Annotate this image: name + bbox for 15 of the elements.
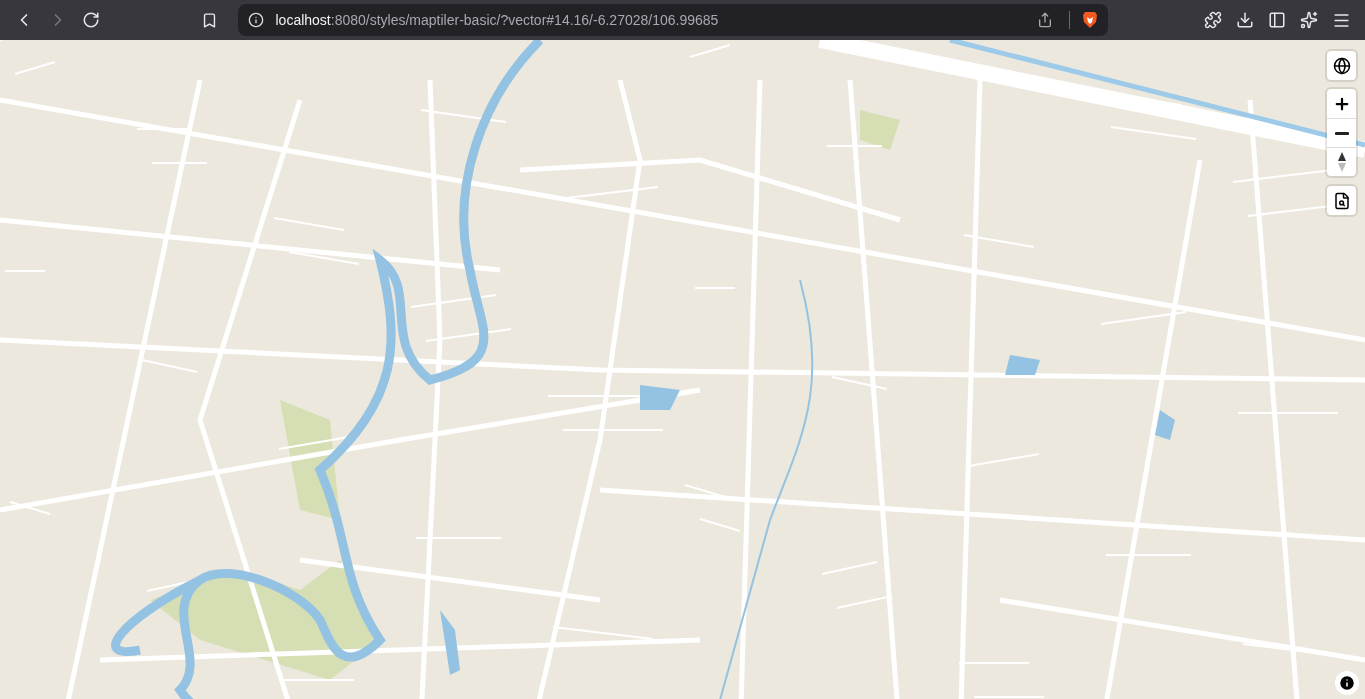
info-icon: [1338, 674, 1356, 692]
info-icon: [247, 12, 264, 28]
download-icon: [1236, 11, 1254, 29]
lion-shield-icon[interactable]: [1081, 11, 1098, 29]
minus-icon: [1334, 131, 1349, 135]
compass-icon: [1336, 151, 1347, 173]
puzzle-icon: [1204, 11, 1222, 29]
search-icon: [1332, 191, 1351, 210]
sidebar-icon: [1268, 11, 1286, 29]
globe-icon: [1332, 56, 1351, 75]
address-bar[interactable]: localhost:8080/styles/maptiler-basic/?vector#14.16/-6.27028/106.99685: [237, 4, 1108, 36]
url-text: localhost:8080/styles/maptiler-basic/?vector#14.16/-6.27028/106.99685: [275, 12, 720, 28]
share-icon: [1036, 12, 1053, 28]
sparkle-icon: [1300, 11, 1318, 29]
reload-icon: [82, 11, 100, 29]
